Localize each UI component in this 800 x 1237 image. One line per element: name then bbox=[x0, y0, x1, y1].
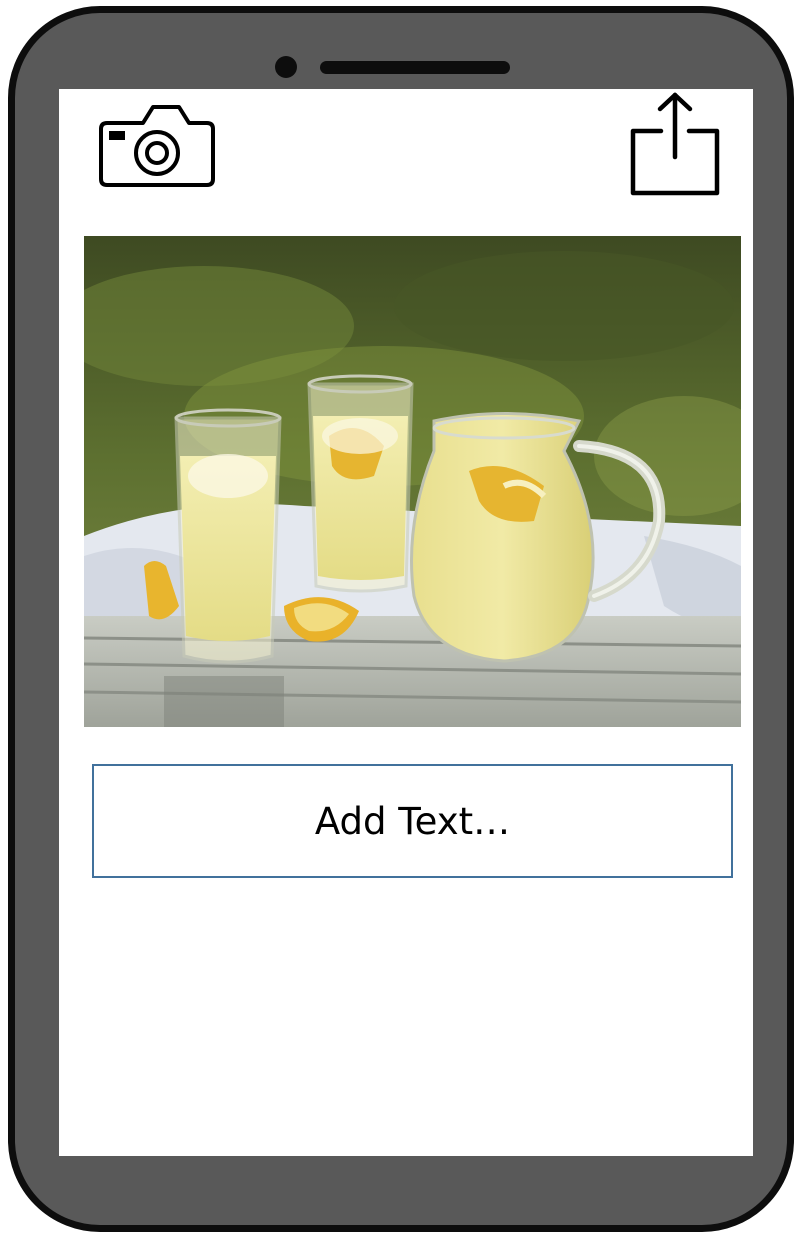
lemonade-photo bbox=[84, 236, 741, 727]
share-button[interactable] bbox=[625, 89, 725, 201]
share-icon bbox=[630, 92, 720, 196]
speaker-slot bbox=[320, 61, 510, 74]
front-camera-dot bbox=[275, 56, 297, 78]
camera-button[interactable] bbox=[93, 101, 221, 189]
app-screen bbox=[59, 89, 753, 1156]
camera-icon bbox=[99, 105, 215, 187]
add-text-input[interactable] bbox=[92, 764, 733, 878]
